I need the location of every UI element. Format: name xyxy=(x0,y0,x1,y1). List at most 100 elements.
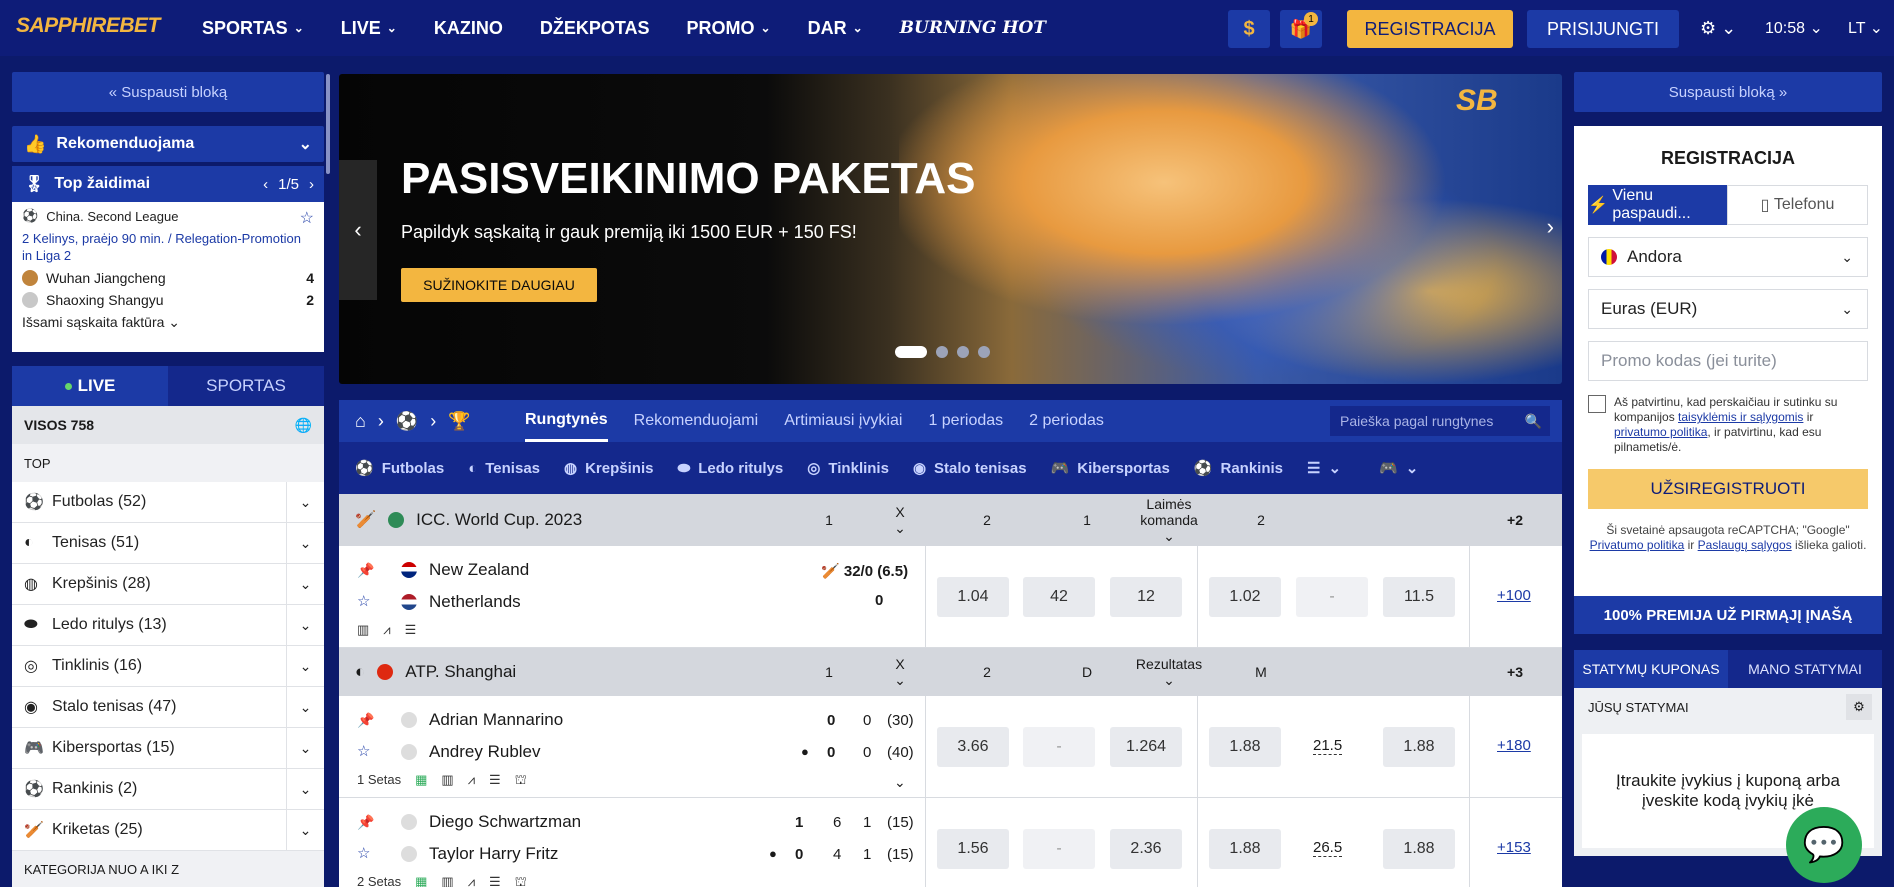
col-header[interactable]: X ⌄ xyxy=(864,494,936,546)
pin-icon[interactable]: 📌 xyxy=(357,712,374,729)
chevron-down-icon[interactable]: ⌄ xyxy=(286,769,324,809)
banner-dot[interactable] xyxy=(936,346,948,358)
sport-nav-item[interactable]: 🎮 Kibersportas xyxy=(1051,459,1170,478)
tab-live[interactable]: LIVE xyxy=(12,366,168,406)
court-icon[interactable]: ⛫ xyxy=(515,874,527,887)
odd-button[interactable]: 3.66 xyxy=(937,727,1009,767)
event-tab[interactable]: Rungtynės xyxy=(525,400,608,442)
stats-line-icon[interactable]: ⩘ xyxy=(383,622,390,638)
favorite-star-icon[interactable]: ☆ xyxy=(300,208,314,228)
stats-bar-icon[interactable]: ▥ xyxy=(441,772,453,790)
sport-nav-item[interactable]: ⬬ Ledo ritulys xyxy=(677,460,783,477)
chevron-down-icon[interactable]: ⌄ xyxy=(286,523,324,563)
line-value[interactable]: 26.5 xyxy=(1313,839,1343,857)
odd-button[interactable]: 1.56 xyxy=(937,829,1009,869)
odd-button[interactable]: 1.88 xyxy=(1209,829,1281,869)
phone-tab[interactable]: ▯ Telefonu xyxy=(1727,185,1868,225)
col-header[interactable]: Laimės komanda ⌄ xyxy=(1119,494,1219,546)
chevron-down-icon[interactable]: ⌄ xyxy=(286,646,324,686)
sport-item[interactable]: ⬬ Ledo ritulys (13) ⌄ xyxy=(12,605,324,646)
pin-icon[interactable]: 📌 xyxy=(357,814,374,831)
recaptcha-privacy-link[interactable]: Privatumo politika xyxy=(1590,538,1685,552)
tab-bet-slip[interactable]: STATYMŲ KUPONAS xyxy=(1574,650,1728,688)
one-click-tab[interactable]: ⚡ Vienu paspaudi... xyxy=(1588,185,1727,225)
logo[interactable]: SAPPHIREBET xyxy=(16,14,160,38)
collapse-left-button[interactable]: « Suspausti bloką xyxy=(12,72,324,112)
terms-link[interactable]: taisyklėmis ir sąlygomis xyxy=(1678,410,1803,424)
chevron-down-icon[interactable]: ⌄ xyxy=(894,774,906,791)
event-tab[interactable]: 1 periodas xyxy=(928,400,1003,442)
banner-next-button[interactable]: › xyxy=(1547,214,1554,240)
event-tab[interactable]: Artimiausi įvykiai xyxy=(784,400,902,442)
field-icon[interactable]: ▦ xyxy=(415,772,427,790)
col-header[interactable]: +3 xyxy=(1479,648,1551,696)
odd-button[interactable]: 2.36 xyxy=(1110,829,1182,869)
chat-button[interactable]: 💬 xyxy=(1786,807,1862,883)
lineup-icon[interactable]: ☰ xyxy=(489,874,501,887)
banner-dot[interactable] xyxy=(978,346,990,358)
gift-button[interactable]: 🎁 1 xyxy=(1280,10,1322,48)
nav-dzekpotas[interactable]: DŽEKPOTAS xyxy=(540,18,650,39)
chevron-left-icon[interactable]: ‹ xyxy=(263,176,268,193)
list-icon[interactable]: ☰ xyxy=(405,622,417,638)
chevron-right-icon[interactable]: › xyxy=(309,176,314,193)
soccer-icon[interactable]: ⚽ xyxy=(396,411,418,432)
chevron-down-icon[interactable]: ⌄ xyxy=(286,728,324,768)
sport-item[interactable]: 🏏 Kriketas (25) ⌄ xyxy=(12,810,324,851)
odd-button[interactable]: 1.88 xyxy=(1383,727,1455,767)
col-header[interactable]: +2 xyxy=(1479,494,1551,546)
favorite-star-icon[interactable]: ☆ xyxy=(357,844,370,862)
lineup-icon[interactable]: ☰ xyxy=(489,772,501,790)
sport-item[interactable]: ◐ Tenisas (51) ⌄ xyxy=(12,523,324,564)
chevron-down-icon[interactable]: ⌄ xyxy=(286,605,324,645)
tab-sports[interactable]: SPORTAS xyxy=(168,366,324,406)
more-markets-link[interactable]: +153 xyxy=(1497,839,1531,856)
collapse-right-button[interactable]: Suspausti bloką » xyxy=(1574,72,1882,112)
event-row[interactable]: 📌 ☆ Diego Schwartzman Taylor Harry Fritz… xyxy=(339,798,1562,887)
sport-item[interactable]: ◎ Tinklinis (16) ⌄ xyxy=(12,646,324,687)
nav-promo[interactable]: PROMO ⌄ xyxy=(687,18,771,39)
top-match-card[interactable]: ⚽ China. Second League ☆ 2 Kelinys, praėj… xyxy=(12,202,324,352)
all-events-row[interactable]: VISOS 758 🌐 xyxy=(12,406,324,444)
event-tab[interactable]: 2 periodas xyxy=(1029,400,1104,442)
odd-button[interactable]: 42 xyxy=(1023,577,1095,617)
banner-dot[interactable] xyxy=(895,346,927,358)
odd-button[interactable]: 12 xyxy=(1110,577,1182,617)
line-value[interactable]: 21.5 xyxy=(1313,737,1343,755)
banner-cta-button[interactable]: SUŽINOKITE DAUGIAU xyxy=(401,268,597,302)
home-icon[interactable]: ⌂ xyxy=(355,411,366,432)
sport-item[interactable]: 🎮 Kibersportas (15) ⌄ xyxy=(12,728,324,769)
more-markets-link[interactable]: +180 xyxy=(1497,737,1531,754)
col-header[interactable]: X ⌄ xyxy=(864,648,936,696)
event-row[interactable]: 📌 ☆ Adrian Mannarino Andrey Rublev 1 Seta… xyxy=(339,696,1562,798)
chevron-down-icon[interactable]: ⌄ xyxy=(286,482,324,522)
banner-dot[interactable] xyxy=(957,346,969,358)
privacy-link[interactable]: privatumo politika xyxy=(1614,425,1707,439)
chevron-down-icon[interactable]: ⌄ xyxy=(286,810,324,850)
more-markets-link[interactable]: +100 xyxy=(1497,587,1531,604)
sport-item[interactable]: ⚽ Futbolas (52) ⌄ xyxy=(12,482,324,523)
first-deposit-promo[interactable]: 100% PREMIJA UŽ PIRMĄJĮ ĮNAŠĄ xyxy=(1574,596,1882,634)
settings-button[interactable]: ⚙ ⌄ xyxy=(1700,18,1736,39)
chevron-down-icon[interactable]: ⌄ xyxy=(286,564,324,604)
odd-button[interactable]: - xyxy=(1296,577,1368,617)
event-row[interactable]: 📌 ☆ New Zealand Netherlands ▥ ⩘ ☰ 🏏 32/0 (… xyxy=(339,546,1562,648)
odd-button[interactable]: 1.88 xyxy=(1209,727,1281,767)
chevron-down-icon[interactable]: ⌄ xyxy=(286,687,324,727)
odd-button[interactable]: 1.88 xyxy=(1383,829,1455,869)
stats-bar-icon[interactable]: ▥ xyxy=(441,874,453,887)
event-search-input[interactable]: Paieška pagal rungtynes 🔍 xyxy=(1330,406,1550,436)
language-selector[interactable]: LT ⌄ xyxy=(1848,18,1883,38)
favorite-star-icon[interactable]: ☆ xyxy=(357,592,370,610)
sport-nav-item[interactable]: ⚽ Futbolas xyxy=(355,459,444,478)
left-scrollbar[interactable] xyxy=(326,74,330,174)
login-button[interactable]: PRISIJUNGTI xyxy=(1527,10,1679,48)
favorite-star-icon[interactable]: ☆ xyxy=(357,742,370,760)
sport-nav-item[interactable]: ⚽ Rankinis xyxy=(1194,459,1283,478)
pin-icon[interactable]: 📌 xyxy=(357,562,374,579)
sport-nav-item[interactable]: ◍ Krepšinis xyxy=(564,459,653,478)
sport-item[interactable]: ◉ Stalo tenisas (47) ⌄ xyxy=(12,687,324,728)
gear-icon[interactable]: ⚙ xyxy=(1846,694,1872,720)
deposit-button[interactable]: $ xyxy=(1228,10,1270,48)
nav-kazino[interactable]: KAZINO xyxy=(434,18,503,39)
